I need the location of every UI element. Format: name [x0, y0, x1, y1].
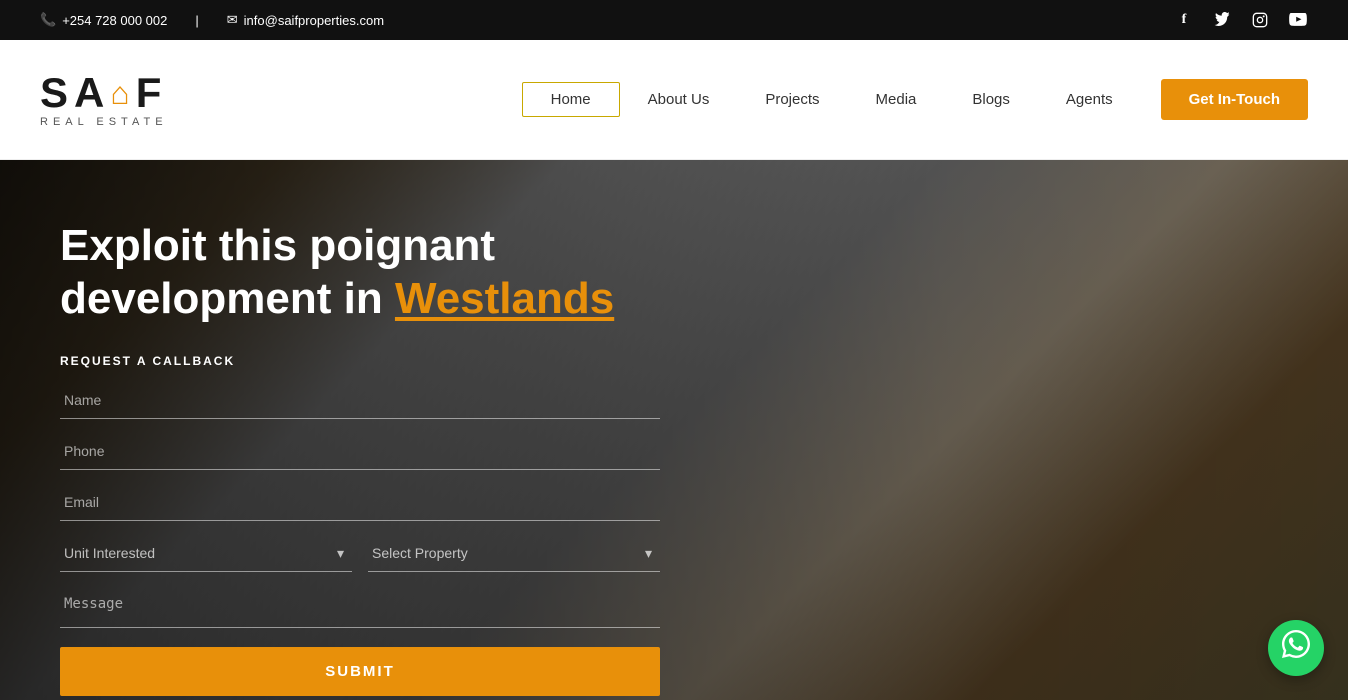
- unit-interested-wrapper: Unit Interested Studio 1 Bedroom 2 Bedro…: [60, 535, 352, 572]
- dropdowns-row: Unit Interested Studio 1 Bedroom 2 Bedro…: [60, 535, 660, 572]
- instagram-icon[interactable]: [1250, 10, 1270, 30]
- form-title: REQUEST A CALLBACK: [60, 354, 660, 368]
- phone-info: 📞 +254 728 000 002: [40, 12, 167, 28]
- cta-button[interactable]: Get In-Touch: [1161, 79, 1308, 120]
- logo[interactable]: SA⌂F REAL ESTATE: [40, 72, 168, 128]
- logo-saif: S: [40, 72, 70, 114]
- header: SA⌂F REAL ESTATE Home About Us Projects …: [0, 40, 1348, 160]
- main-nav: Home About Us Projects Media Blogs Agent…: [522, 79, 1308, 120]
- hero-title: Exploit this poignant development in Wes…: [60, 220, 660, 326]
- name-input[interactable]: [60, 382, 660, 419]
- nav-home[interactable]: Home: [522, 82, 620, 117]
- whatsapp-icon: [1280, 628, 1312, 668]
- unit-interested-select[interactable]: Unit Interested Studio 1 Bedroom 2 Bedro…: [60, 535, 352, 572]
- nav-blogs[interactable]: Blogs: [944, 83, 1038, 116]
- whatsapp-button[interactable]: [1268, 620, 1324, 676]
- email-address[interactable]: info@saifproperties.com: [244, 13, 384, 28]
- email-input[interactable]: [60, 484, 660, 521]
- select-property-wrapper: Select Property Westlands Plaza Parkland…: [368, 535, 660, 572]
- hero-content: Exploit this poignant development in Wes…: [0, 160, 1348, 696]
- youtube-icon[interactable]: [1288, 10, 1308, 30]
- nav-projects[interactable]: Projects: [737, 83, 847, 116]
- callback-form: REQUEST A CALLBACK Unit Interested Studi…: [60, 354, 660, 696]
- divider: |: [195, 13, 198, 28]
- logo-subtitle: REAL ESTATE: [40, 116, 168, 128]
- phone-input[interactable]: [60, 433, 660, 470]
- phone-number[interactable]: +254 728 000 002: [62, 13, 167, 28]
- hero-title-highlight: Westlands: [395, 274, 614, 323]
- contact-info: 📞 +254 728 000 002 | ✉ info@saifproperti…: [40, 12, 384, 28]
- social-links: f: [1174, 10, 1308, 30]
- hero-title-part2: development in: [60, 274, 395, 323]
- twitter-icon[interactable]: [1212, 10, 1232, 30]
- submit-button[interactable]: SUBMIT: [60, 647, 660, 696]
- top-bar: 📞 +254 728 000 002 | ✉ info@saifproperti…: [0, 0, 1348, 40]
- logo-house-icon: ⌂: [110, 77, 131, 109]
- facebook-icon[interactable]: f: [1174, 10, 1194, 30]
- nav-agents[interactable]: Agents: [1038, 83, 1141, 116]
- nav-media[interactable]: Media: [848, 83, 945, 116]
- message-textarea[interactable]: [60, 586, 660, 628]
- hero-section: Exploit this poignant development in Wes…: [0, 160, 1348, 700]
- phone-icon: 📞: [40, 12, 56, 28]
- select-property-select[interactable]: Select Property Westlands Plaza Parkland…: [368, 535, 660, 572]
- hero-title-part1: Exploit this poignant: [60, 221, 495, 270]
- email-icon: ✉: [227, 12, 238, 28]
- email-info: ✉ info@saifproperties.com: [227, 12, 384, 28]
- nav-about[interactable]: About Us: [620, 83, 738, 116]
- logo-text: SA⌂F: [40, 72, 163, 114]
